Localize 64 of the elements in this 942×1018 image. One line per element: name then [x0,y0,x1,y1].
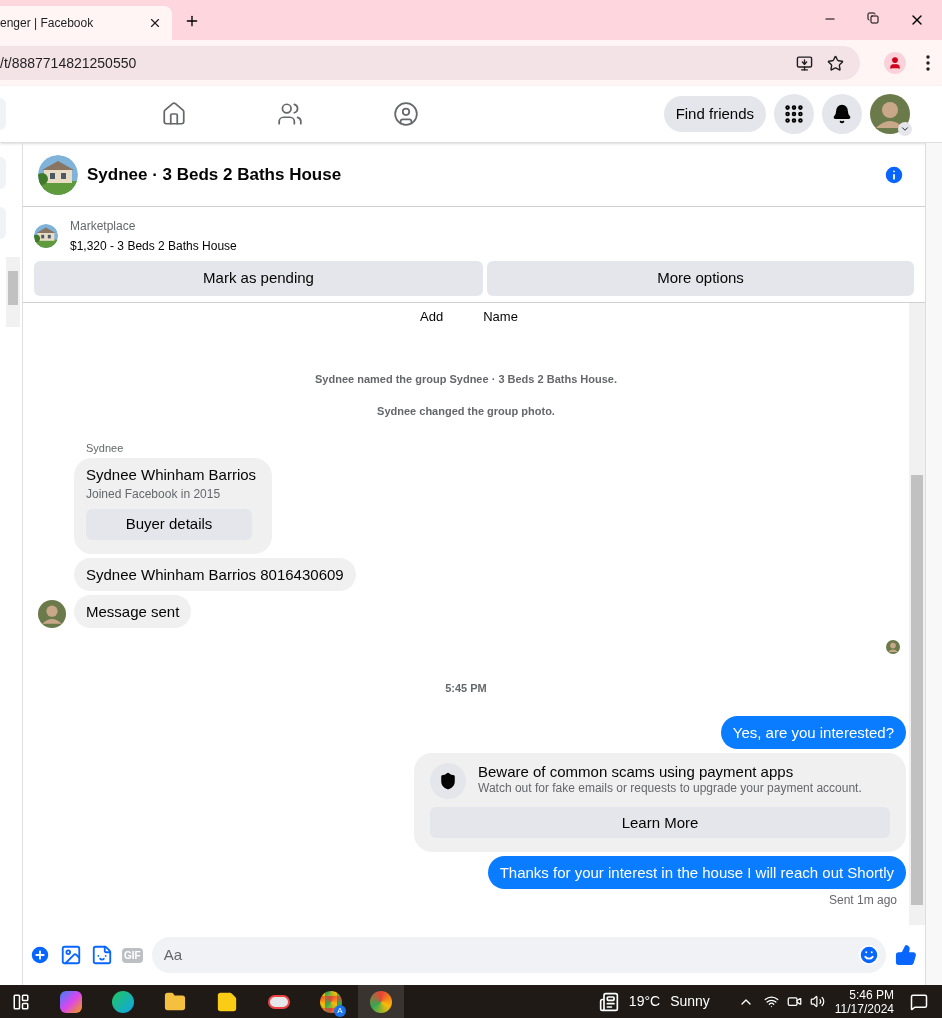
like-icon [895,944,917,966]
restore-icon [867,12,879,24]
friends-icon [277,101,303,127]
notifications-icon [910,992,928,1011]
volume-icon [809,994,825,1009]
sent-status: Sent 1m ago [828,892,897,907]
sticker-icon [91,944,113,966]
avatar-icon [886,640,900,654]
find-friends-button[interactable]: Find friends [663,96,766,132]
profile-detail: Joined Facebook in 2015 [86,487,222,502]
clock-date: 11/17/2024 [834,1001,894,1016]
weather-condition: Sunny [670,992,710,1011]
folder-icon [164,990,186,1013]
chevron-down-icon[interactable] [898,122,912,136]
tab-label[interactable]: Add [420,307,444,327]
new-tab-icon [184,13,200,29]
clock-time: 5:46 PM [849,987,894,1002]
group-notice: Sydnee changed the group photo. [377,405,555,417]
page-scrollbar[interactable] [925,143,942,985]
shield-icon [430,762,466,799]
message-input[interactable]: Aa [151,937,886,973]
tab-label[interactable]: Name [483,307,518,327]
sticky-note-icon [216,990,238,1013]
task-view-icon [12,992,30,1011]
emoji-icon [858,944,880,966]
listing-title: $1,320 - 3 Beds 2 Baths House [70,238,237,255]
camera-icon [786,994,802,1009]
profile-icon[interactable] [884,52,906,74]
menu-icon[interactable] [774,94,814,134]
scrollbar[interactable] [6,257,20,327]
warning-text: Watch out for fake emails or requests to upgrade your payment account. [478,780,862,797]
listing-button[interactable]: Mark as pending [34,261,483,296]
profile-name: Sydnee Whinham Barrios [86,466,258,484]
avatar-icon [38,600,66,628]
warning-title: Beware of common scams using payment apps [478,762,795,780]
timestamp: 5:45 PM [445,682,487,694]
info-icon [883,163,905,186]
scrollbar[interactable] [909,303,925,925]
marketplace-label: Marketplace [70,218,137,235]
message-bubble: Yes, are you interested? [720,715,906,749]
home-icon [161,101,187,127]
browser-tab[interactable]: enger | Facebook [0,6,172,40]
message-bubble: Message sent [74,595,192,628]
learn-more-button[interactable]: Learn More [430,806,890,838]
groups-icon [393,101,419,127]
star-icon [827,54,844,72]
install-icon [796,54,813,72]
buyer-details-button[interactable]: Buyer details [86,509,252,540]
wifi-icon [763,994,779,1009]
weather-icon [598,991,619,1012]
sender-name: Sydnee [86,441,124,454]
menu-icon[interactable] [926,55,930,71]
listing-button[interactable]: More options [487,261,914,296]
avatar-icon [870,94,910,134]
chat-title: Sydnee · 3 Beds 2 Baths House [87,163,343,186]
temperature: 19°C [628,992,661,1011]
bell-icon[interactable] [822,94,862,134]
group-notice: Sydnee named the group Sydnee · 3 Beds 2 Baths House. [315,372,617,385]
message-bubble: Thanks for your interest in the house I will reach out Shortly [487,855,906,889]
photo-icon [60,944,82,966]
plus-icon [29,944,51,966]
message-bubble: Sydnee Whinham Barrios 8016430609 [74,558,356,591]
close-icon [148,16,162,30]
address-bar[interactable]: /t/8887714821250550 [0,46,860,80]
